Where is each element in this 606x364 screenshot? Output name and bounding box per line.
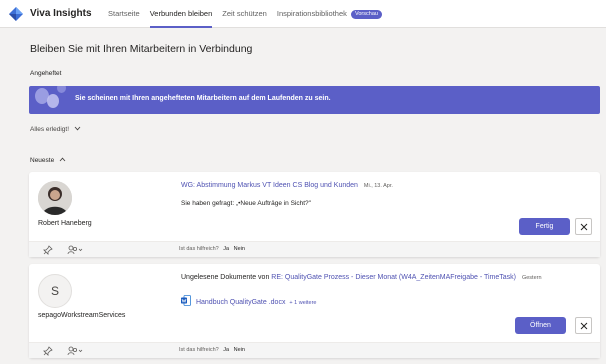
newest-section-toggle[interactable]: Neueste [30, 157, 66, 164]
chevron-up-icon [59, 157, 66, 162]
pinned-banner: Sie scheinen mit Ihren angehefteten Mita… [29, 86, 600, 114]
people-icon[interactable] [67, 346, 83, 356]
viva-insights-logo-icon [9, 7, 23, 21]
open-button[interactable]: Öffnen [515, 317, 566, 334]
tab-startseite[interactable]: Startseite [103, 0, 145, 28]
avatar [38, 181, 72, 215]
person-name: sepagoWorkstreamServices [38, 312, 126, 319]
tab-bar: Startseite Verbunden bleiben Zeit schütz… [103, 0, 387, 28]
chevron-down-icon [74, 126, 81, 131]
document-row: Handbuch QualityGate .docx + 1 weitere [181, 293, 316, 306]
newest-label: Neueste [30, 157, 55, 164]
document-link[interactable]: Handbuch QualityGate .docx [196, 299, 286, 306]
feedback-no-button[interactable]: Nein [234, 246, 245, 252]
filter-dropdown[interactable]: Alles erledigt! [30, 126, 81, 133]
subject-line: Ungelesene Dokumente von RE: QualityGate… [181, 274, 542, 281]
date-text: Gestern [521, 275, 542, 281]
tab-inspirationsbibliothek[interactable]: Inspirationsbibliothek Vorschau [272, 0, 387, 28]
dismiss-button[interactable] [575, 317, 592, 334]
word-document-icon [181, 295, 191, 306]
balloon-illustration [47, 94, 59, 108]
app-name: Viva Insights [30, 8, 92, 19]
pin-icon[interactable] [43, 245, 53, 255]
helpful-feedback: Ist das hilfreich? Ja Nein [179, 347, 245, 353]
pin-icon[interactable] [43, 346, 53, 356]
tab-label: Inspirationsbibliothek [276, 9, 347, 18]
close-icon [580, 223, 587, 230]
subject-link[interactable]: WG: Abstimmung Markus VT Ideen CS Blog u… [181, 182, 358, 189]
page-title: Bleiben Sie mit Ihren Mitarbeitern in Ve… [30, 43, 253, 55]
card-footer: Ist das hilfreich? Ja Nein [29, 241, 600, 257]
helpful-label: Ist das hilfreich? [179, 347, 219, 353]
dismiss-button[interactable] [575, 218, 592, 235]
feedback-yes-button[interactable]: Ja [223, 246, 229, 252]
balloon-illustration [57, 86, 66, 93]
feedback-yes-button[interactable]: Ja [223, 347, 229, 353]
banner-text: Sie scheinen mit Ihren angehefteten Mita… [75, 95, 331, 102]
more-documents-link[interactable]: + 1 weitere [289, 300, 316, 306]
card-footer: Ist das hilfreich? Ja Nein [29, 342, 600, 358]
subject-line: WG: Abstimmung Markus VT Ideen CS Blog u… [181, 182, 393, 189]
avatar: S [38, 274, 72, 308]
insight-card: S sepagoWorkstreamServices Ungelesene Do… [29, 264, 600, 358]
pinned-section-label: Angeheftet [30, 70, 62, 77]
preview-badge: Vorschau [351, 10, 382, 19]
tab-zeit-schuetzen[interactable]: Zeit schützen [217, 0, 272, 28]
helpful-label: Ist das hilfreich? [179, 246, 219, 252]
date-text: Mi., 13. Apr. [363, 183, 393, 189]
filter-label: Alles erledigt! [30, 126, 70, 133]
person-name: Robert Haneberg [38, 220, 92, 227]
close-icon [580, 322, 587, 329]
people-icon[interactable] [67, 245, 83, 255]
person-photo-icon [38, 181, 72, 215]
subject-prefix: Ungelesene Dokumente von [181, 274, 270, 281]
top-navigation: Viva Insights Startseite Verbunden bleib… [0, 0, 606, 28]
helpful-feedback: Ist das hilfreich? Ja Nein [179, 246, 245, 252]
subject-link[interactable]: RE: QualityGate Prozess - Dieser Monat (… [271, 274, 516, 281]
feedback-no-button[interactable]: Nein [234, 347, 245, 353]
question-text: Sie haben gefragt: „•Neue Aufträge in Si… [181, 200, 311, 207]
tab-verbunden-bleiben[interactable]: Verbunden bleiben [145, 0, 218, 28]
insight-card: Robert Haneberg WG: Abstimmung Markus VT… [29, 172, 600, 257]
done-button[interactable]: Fertig [519, 218, 570, 235]
